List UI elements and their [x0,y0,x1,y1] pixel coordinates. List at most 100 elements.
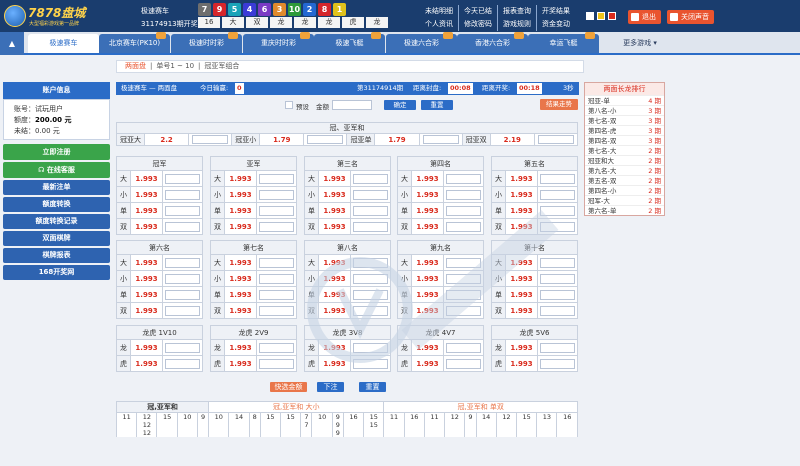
bet-amount-input[interactable] [353,205,388,216]
game-tab[interactable]: 极速赛车 [28,34,99,53]
game-tab[interactable]: 极速六合彩 [386,32,457,53]
bet-amount-input[interactable] [165,189,200,200]
bet-amount-input[interactable] [540,257,575,268]
bet-amount-input[interactable] [259,205,294,216]
top-link[interactable]: 修改密码 [459,18,498,31]
logout-button[interactable]: 退出 [628,10,661,24]
bet-amount-input[interactable] [353,221,388,232]
nav-toggle-icon[interactable]: ▲ [0,32,24,55]
bet-amount-input[interactable] [353,289,388,300]
sidebar-menu-item[interactable]: 额度转换记录 [3,214,110,229]
bottom-reset-button[interactable]: 重置 [359,382,386,392]
bet-amount-input[interactable] [259,173,294,184]
sound-toggle-button[interactable]: 关闭声音 [667,10,714,24]
bet-amount-input[interactable] [165,273,200,284]
bet-amount-input[interactable] [353,257,388,268]
bet-amount-input[interactable] [165,289,200,300]
bet-amount-input[interactable] [259,358,294,369]
quick-amount-button[interactable]: 快选金额 [270,382,307,392]
bet-amount-input[interactable] [540,205,575,216]
bet-amount-input[interactable] [540,305,575,316]
bet-amount-input[interactable] [446,305,481,316]
amount-input[interactable] [332,100,372,110]
theme-swatch[interactable] [586,12,594,20]
confirm-button[interactable]: 确定 [384,100,416,110]
sidebar-menu-item[interactable]: 最新注单 [3,180,110,195]
crumb-two-sides[interactable]: 两面盘 [121,62,150,70]
bet-amount-input[interactable] [259,305,294,316]
more-games-button[interactable]: 更多游戏 ▾ [612,34,668,53]
game-tab[interactable]: 重庆时时彩 [243,32,314,53]
crumb-combo[interactable]: 冠亚军组合 [200,62,243,70]
bet-amount-input[interactable] [540,173,575,184]
game-tab[interactable]: 幸运飞艇 [528,32,599,53]
bet-amount-input[interactable] [165,342,200,353]
reset-button[interactable]: 重置 [421,100,453,110]
bet-amount-input[interactable] [259,342,294,353]
sidebar-menu-item[interactable]: 双面棋牌 [3,231,110,246]
top-link[interactable]: 开奖结果 [537,5,575,18]
bet-amount-input[interactable] [446,358,481,369]
stats-tab[interactable]: 冠,亚军和 大小 [208,401,385,413]
top-link[interactable]: 资金变动 [537,18,575,31]
submit-bet-button[interactable]: 下注 [317,382,344,392]
game-tab[interactable]: 北京赛车(PK10) [99,32,170,53]
theme-swatch[interactable] [608,12,616,20]
preset-checkbox[interactable] [285,101,293,109]
game-tab[interactable]: 香港六合彩 [457,32,528,53]
top-link[interactable]: 报表查询 [498,5,537,18]
online-service-button[interactable]: ☊ 在线客服 [3,162,110,178]
bet-amount-input[interactable] [446,221,481,232]
bet-amount-input[interactable] [259,189,294,200]
stats-tab[interactable]: 冠,亚军和 单双 [383,401,578,413]
bet-amount-input[interactable] [446,205,481,216]
bet-amount-input[interactable] [446,257,481,268]
bet-amount-input[interactable] [446,189,481,200]
top-link[interactable]: 游戏规则 [498,18,537,31]
bet-amount-input[interactable] [165,305,200,316]
game-tab[interactable]: 极速飞艇 [314,32,385,53]
bet-amount-input[interactable] [259,221,294,232]
bet-amount-input[interactable] [307,135,344,144]
bet-amount-input[interactable] [540,273,575,284]
bet-amount-input[interactable] [446,273,481,284]
bet-amount-input[interactable] [540,342,575,353]
bet-amount-input[interactable] [446,342,481,353]
bet-amount-input[interactable] [165,358,200,369]
bet-amount-input[interactable] [259,257,294,268]
bet-amount-input[interactable] [540,289,575,300]
bet-amount-input[interactable] [259,273,294,284]
bet-amount-input[interactable] [422,135,459,144]
bet-amount-input[interactable] [540,189,575,200]
bet-amount-input[interactable] [540,221,575,232]
trend-button[interactable]: 结果走势 [540,99,578,110]
bet-amount-input[interactable] [540,358,575,369]
top-link[interactable]: 未结明细 [420,5,459,18]
sidebar-menu-item[interactable]: 棋牌报表 [3,248,110,263]
stats-tab[interactable]: 冠,亚军和 [115,401,210,413]
register-button[interactable]: 立即注册 [3,144,110,160]
bet-amount-input[interactable] [165,221,200,232]
bet-amount-input[interactable] [537,135,574,144]
sidebar-menu-item[interactable]: 168开奖网 [3,265,110,280]
top-link[interactable]: 今天已结 [459,5,498,18]
logo[interactable]: 7878盘城 大型福彩游戏第一品牌 [4,3,100,29]
bet-amount-input[interactable] [353,342,388,353]
bet-amount-input[interactable] [165,173,200,184]
bet-amount-input[interactable] [353,305,388,316]
bet-amount-input[interactable] [353,273,388,284]
bet-amount-input[interactable] [446,173,481,184]
bet-amount-input[interactable] [165,205,200,216]
game-tab[interactable]: 极速时时彩 [171,32,242,53]
bet-amount-input[interactable] [192,135,229,144]
sidebar-menu-item[interactable]: 额度转换 [3,197,110,212]
bet-amount-input[interactable] [446,289,481,300]
top-link[interactable]: 个人资讯 [420,18,459,31]
bet-amount-input[interactable] [353,189,388,200]
bet-amount-input[interactable] [165,257,200,268]
crumb-numbers[interactable]: 单号1 ~ 10 [152,62,198,70]
bet-amount-input[interactable] [353,173,388,184]
bet-amount-input[interactable] [353,358,388,369]
theme-swatch[interactable] [597,12,605,20]
bet-amount-input[interactable] [259,289,294,300]
